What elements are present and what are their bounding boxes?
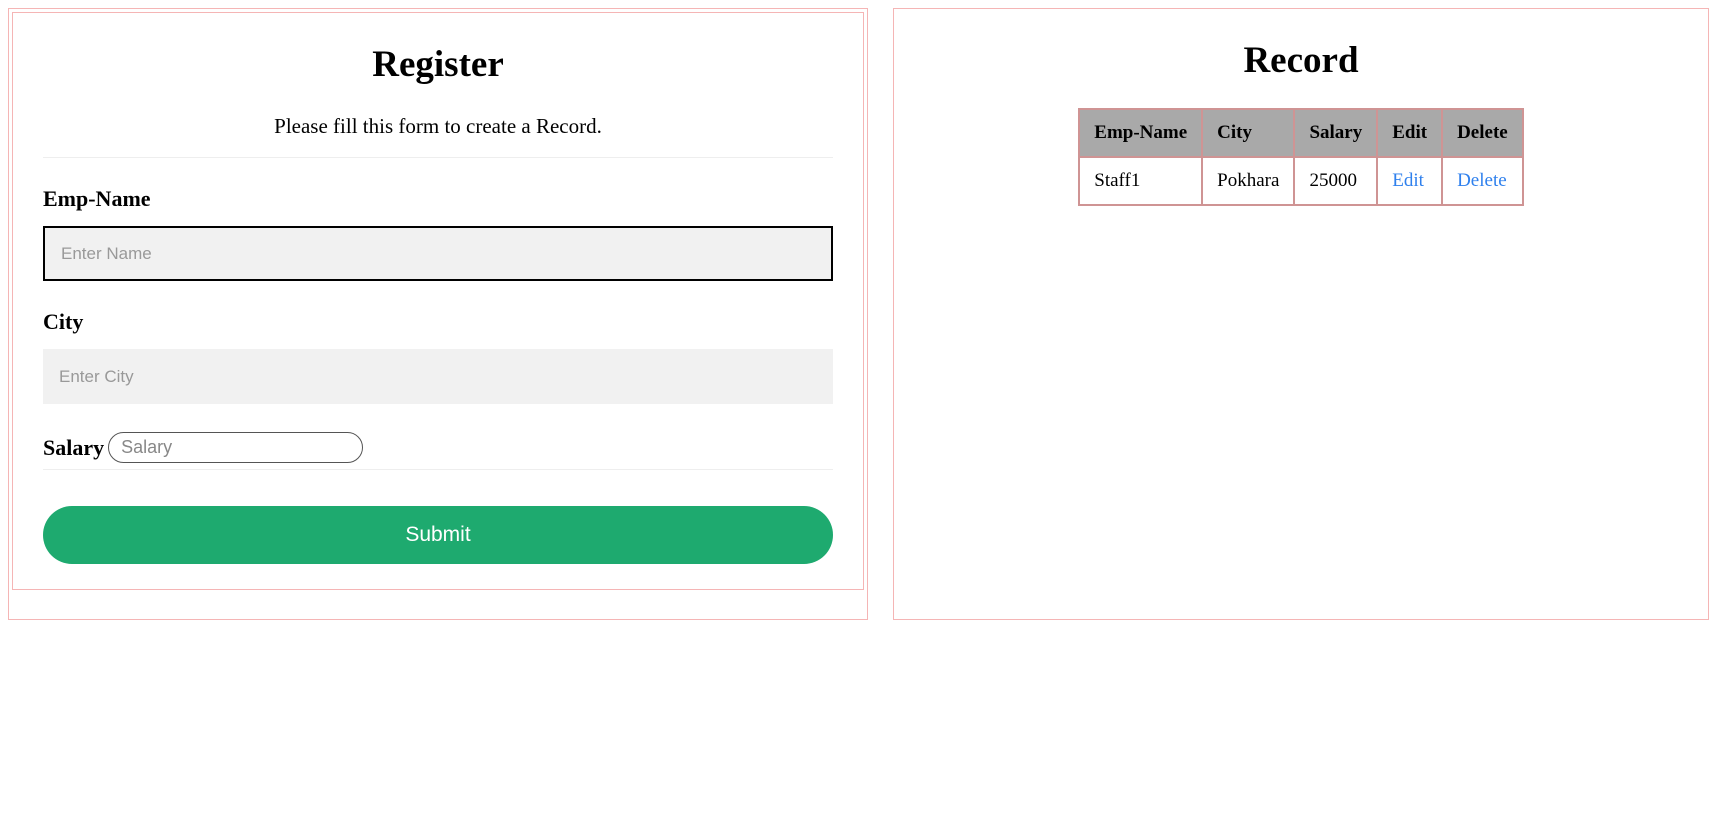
salary-input[interactable] xyxy=(108,432,363,463)
table-header-row: Emp-Name City Salary Edit Delete xyxy=(1079,109,1522,157)
salary-label: Salary xyxy=(43,435,104,461)
cell-city: Pokhara xyxy=(1202,157,1294,205)
emp-name-row: Emp-Name xyxy=(43,186,833,281)
register-outer-panel: Register Please fill this form to create… xyxy=(8,8,868,620)
col-edit: Edit xyxy=(1377,109,1442,157)
record-title: Record xyxy=(924,39,1678,82)
salary-row: Salary xyxy=(43,432,833,463)
register-subtitle: Please fill this form to create a Record… xyxy=(43,114,833,139)
divider xyxy=(43,469,833,470)
edit-link[interactable]: Edit xyxy=(1392,170,1424,191)
city-input[interactable] xyxy=(43,349,833,404)
col-city: City xyxy=(1202,109,1294,157)
emp-name-input[interactable] xyxy=(43,226,833,281)
delete-link[interactable]: Delete xyxy=(1457,170,1507,191)
cell-action: Delete xyxy=(1442,157,1523,205)
city-row: City xyxy=(43,309,833,404)
record-panel: Record Emp-Name City Salary Edit Delete … xyxy=(893,8,1709,620)
cell-action: Edit xyxy=(1377,157,1442,205)
record-table: Emp-Name City Salary Edit Delete Staff1P… xyxy=(1078,108,1523,206)
register-title: Register xyxy=(43,43,833,86)
cell-salary: 25000 xyxy=(1294,157,1377,205)
emp-name-label: Emp-Name xyxy=(43,186,833,212)
submit-button[interactable]: Submit xyxy=(43,506,833,564)
register-panel: Register Please fill this form to create… xyxy=(12,12,864,590)
record-wrap: Record Emp-Name City Salary Edit Delete … xyxy=(924,39,1678,206)
col-emp-name: Emp-Name xyxy=(1079,109,1202,157)
divider xyxy=(43,157,833,158)
col-delete: Delete xyxy=(1442,109,1523,157)
table-row: Staff1Pokhara25000 Edit Delete xyxy=(1079,157,1522,205)
page-container: Register Please fill this form to create… xyxy=(8,8,1709,620)
col-salary: Salary xyxy=(1294,109,1377,157)
city-label: City xyxy=(43,309,833,335)
cell-emp-name: Staff1 xyxy=(1079,157,1202,205)
